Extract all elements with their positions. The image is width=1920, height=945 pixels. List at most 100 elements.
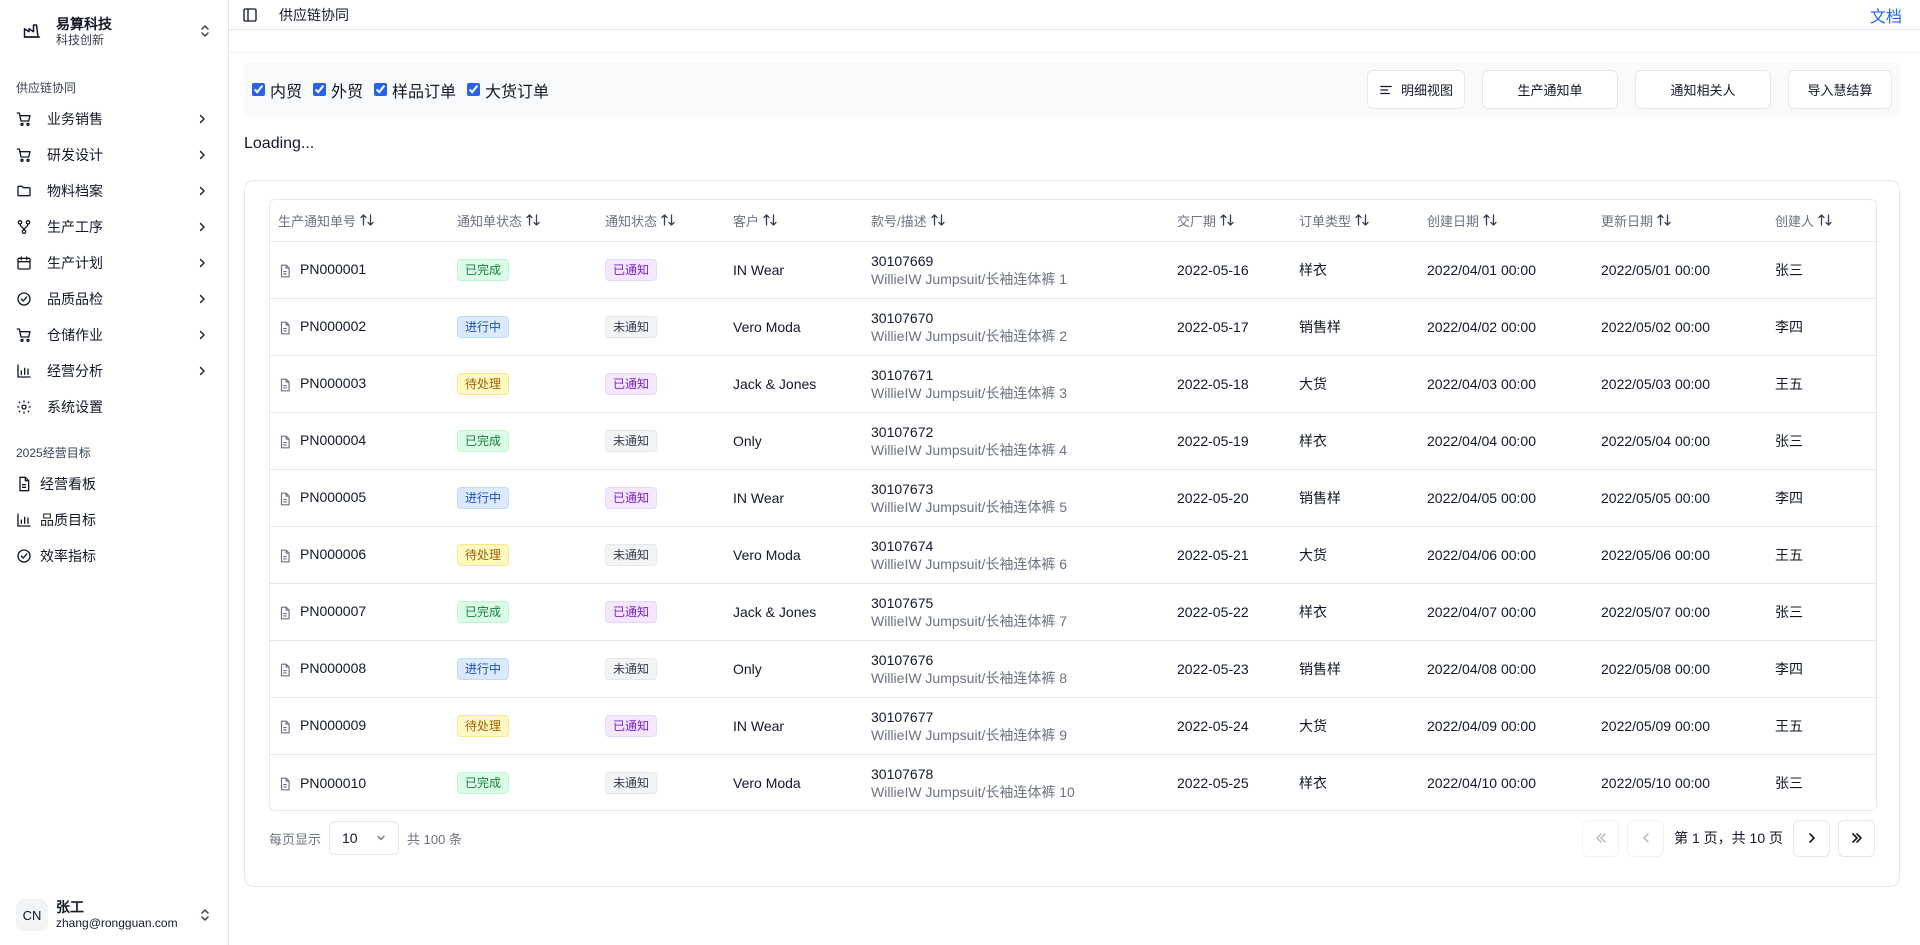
table-row[interactable]: PN000009 待处理 已通知 IN Wear 30107677 WillieIW Ju… [270, 697, 1876, 755]
column-header[interactable]: 交厂期 [1169, 200, 1291, 242]
chevrons-up-down-icon [198, 907, 212, 923]
cell-updated: 2022/05/07 00:00 [1593, 583, 1767, 641]
cell-created: 2022/04/03 00:00 [1419, 355, 1593, 413]
sort-icon[interactable] [1220, 214, 1234, 229]
sort-icon[interactable] [1657, 214, 1671, 229]
column-header[interactable]: 订单类型 [1291, 200, 1419, 242]
cell-style: 30107678 WillieIW Jumpsuit/长袖连体裤 10 [863, 754, 1169, 810]
column-header[interactable]: 通知状态 [597, 200, 725, 242]
column-header[interactable]: 生产通知单号 [270, 200, 449, 242]
notify-badge: 未通知 [605, 543, 658, 566]
sidebar-item-9[interactable]: 系统设置 [0, 389, 228, 425]
file-text-icon [278, 321, 292, 335]
top-bar: 供应链协同 文档 [229, 0, 1920, 30]
sort-icon[interactable] [930, 214, 945, 229]
table-row[interactable]: PN000006 待处理 未通知 Vero Moda 30107674 WillieIW … [270, 526, 1876, 584]
import-settlement-button[interactable]: 导入慧结算 [1788, 70, 1892, 109]
check-circle-icon [16, 548, 32, 564]
filter-checkbox-2[interactable]: 外贸 [313, 78, 363, 102]
cell-notify: 未通知 [597, 754, 725, 810]
cell-creator: 李四 [1767, 469, 1876, 527]
column-header[interactable]: 更新日期 [1593, 200, 1767, 242]
style-desc: WillieIW Jumpsuit/长袖连体裤 6 [871, 555, 1068, 572]
column-header[interactable]: 创建日期 [1419, 200, 1593, 242]
last-page-button[interactable] [1838, 819, 1875, 857]
sort-icon[interactable] [763, 214, 777, 229]
calendar-icon [16, 255, 32, 271]
docs-link[interactable]: 文档 [1870, 3, 1902, 27]
sidebar-item-label: 品质品检 [47, 291, 103, 307]
checkbox[interactable] [252, 83, 265, 96]
sidebar-item-3[interactable]: 物料档案 [0, 173, 228, 209]
notice-no: PN000004 [300, 432, 367, 449]
sort-icon[interactable] [1483, 214, 1497, 229]
column-header-label: 交厂期 [1177, 213, 1217, 229]
checkbox[interactable] [313, 83, 327, 96]
next-page-button[interactable] [1793, 819, 1830, 857]
sort-icon[interactable] [526, 214, 540, 229]
cell-due-date: 2022-05-25 [1177, 774, 1249, 791]
table-row[interactable]: PN000007 已完成 已通知 Jack & Jones 30107675 Willie… [270, 583, 1876, 641]
table-row[interactable]: PN000003 待处理 已通知 Jack & Jones 30107671 Willie… [270, 355, 1876, 413]
status-badge: 已完成 [457, 429, 510, 452]
sidebar-item-5[interactable]: 生产计划 [0, 245, 228, 281]
sidebar-goal-item-3[interactable]: 效率指标 [0, 538, 228, 574]
detail-view-button[interactable]: 明细视图 [1367, 70, 1465, 109]
filter-bar: 内贸 外贸 样品订单 大货订单 明细视图 生产通知单 通知相关人 导入慧结算 [244, 62, 1900, 117]
style-desc: WillieIW Jumpsuit/长袖连体裤 10 [871, 783, 1075, 800]
table-row[interactable]: PN000008 进行中 未通知 Only 30107676 WillieIW Jumps… [270, 640, 1876, 698]
column-header[interactable]: 通知单状态 [449, 200, 597, 242]
table-row[interactable]: PN000005 进行中 已通知 IN Wear 30107673 WillieIW Ju… [270, 469, 1876, 527]
sort-icon[interactable] [661, 214, 675, 229]
sort-icon[interactable] [1818, 214, 1832, 229]
style-desc: WillieIW Jumpsuit/长袖连体裤 4 [871, 441, 1068, 458]
sidebar-goal-item-2[interactable]: 品质目标 [0, 502, 228, 538]
cell-updated: 2022/05/03 00:00 [1593, 355, 1767, 413]
brand-switcher[interactable]: 易算科技 科技创新 [0, 0, 228, 62]
column-header[interactable]: 客户 [725, 200, 863, 242]
column-header[interactable]: 创建人 [1767, 200, 1876, 242]
sidebar-item-8[interactable]: 经营分析 [0, 353, 228, 389]
table-row[interactable]: PN000002 进行中 未通知 Vero Moda 30107670 WillieIW … [270, 298, 1876, 356]
sidebar: 易算科技 科技创新 供应链协同 业务销售 研发设计 物料档案 生产工序 生产计划 品质品检… [0, 0, 229, 945]
sidebar-item-2[interactable]: 研发设计 [0, 137, 228, 173]
page-size-value: 10 [342, 830, 358, 846]
file-text-icon [278, 378, 292, 392]
production-notice-button[interactable]: 生产通知单 [1482, 70, 1618, 109]
filter-checkbox-1[interactable]: 内贸 [252, 78, 302, 102]
page-size-select[interactable]: 10 [329, 821, 400, 855]
file-text-icon [278, 663, 292, 677]
bar-chart-icon [16, 363, 32, 379]
sidebar-item-7[interactable]: 仓储作业 [0, 317, 228, 353]
sort-icon[interactable] [360, 214, 374, 229]
table-row[interactable]: PN000004 已完成 未通知 Only 30107672 WillieIW Jumps… [270, 412, 1876, 470]
cell-customer: Vero Moda [725, 526, 863, 584]
table-row[interactable]: PN000010 已完成 未通知 Vero Moda 30107678 WillieIW … [270, 754, 1876, 810]
cell-creator: 张三 [1767, 412, 1876, 470]
cell-order-type: 大货 [1291, 526, 1419, 584]
cell-status: 待处理 [449, 355, 597, 413]
checkbox[interactable] [374, 83, 388, 96]
checkbox[interactable] [467, 83, 481, 96]
prev-page-button[interactable] [1627, 819, 1665, 857]
sidebar-item-1[interactable]: 业务销售 [0, 101, 228, 137]
chevron-right-icon [196, 185, 208, 197]
sidebar-toggle-icon[interactable] [241, 6, 259, 24]
first-page-button[interactable] [1582, 819, 1620, 857]
list-icon [1379, 83, 1393, 97]
user-menu[interactable]: CN 张工 zhang@rongguan.com [0, 885, 228, 945]
column-header[interactable]: 款号/描述 [863, 200, 1169, 242]
table-row[interactable]: PN000001 已完成 已通知 IN Wear 30107669 WillieIW Ju… [270, 241, 1876, 299]
sidebar-item-4[interactable]: 生产工序 [0, 209, 228, 245]
sidebar-item-label: 生产工序 [47, 219, 103, 235]
cell-updated: 2022/05/10 00:00 [1601, 774, 1710, 791]
sidebar-item-6[interactable]: 品质品检 [0, 281, 228, 317]
file-text-icon [278, 435, 292, 449]
filter-checkbox-3[interactable]: 样品订单 [374, 78, 456, 102]
sort-icon[interactable] [1355, 214, 1369, 229]
cell-notice-no: PN000002 [270, 298, 449, 356]
sidebar-goal-item-1[interactable]: 经营看板 [0, 466, 228, 502]
cell-status: 已完成 [449, 583, 597, 641]
notify-related-button[interactable]: 通知相关人 [1635, 70, 1771, 109]
filter-checkbox-4[interactable]: 大货订单 [467, 78, 549, 102]
